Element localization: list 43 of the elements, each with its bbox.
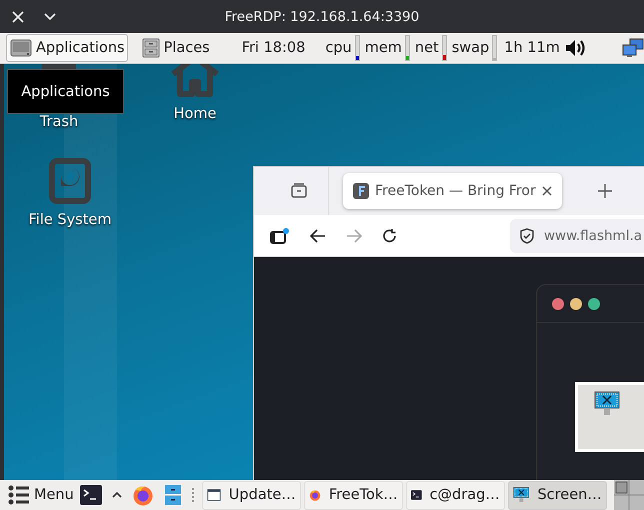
cabinet-icon — [142, 38, 160, 58]
browser-tab[interactable]: FreeToken — Bring Fror — [343, 173, 562, 209]
menu-button[interactable]: Menu — [8, 485, 74, 505]
tooltip: Applications — [7, 69, 124, 114]
workspace-switcher[interactable] — [614, 480, 644, 510]
desktop-icon-label[interactable]: File System — [28, 212, 112, 228]
file-cabinet-icon[interactable] — [164, 484, 182, 506]
close-icon[interactable] — [542, 186, 552, 196]
taskbar-task[interactable]: Update… — [202, 480, 301, 510]
address-bar[interactable]: www.flashml.a — [510, 218, 644, 252]
window-control-dot[interactable] — [570, 298, 582, 310]
meter-label: mem — [364, 40, 402, 56]
meter-label: swap — [452, 40, 490, 56]
menu-icon[interactable] — [8, 485, 30, 505]
window-icon — [206, 487, 221, 503]
desktop-icon-label[interactable]: Home — [174, 106, 216, 122]
clock[interactable]: Fri 18:08 — [242, 40, 306, 56]
reload-icon[interactable] — [382, 228, 398, 244]
new-tab-icon[interactable] — [598, 184, 612, 198]
favicon-icon — [353, 183, 369, 199]
caret-up-icon[interactable] — [112, 491, 122, 499]
terminal-icon[interactable] — [80, 485, 102, 505]
meter-label: cpu — [325, 40, 352, 56]
firefox-icon[interactable] — [132, 484, 154, 506]
shield-icon[interactable] — [520, 228, 534, 244]
window-control-dot[interactable] — [552, 298, 564, 310]
sidebar-icon[interactable] — [270, 226, 290, 244]
taskbar-task[interactable]: FreeTok… — [304, 480, 403, 510]
drive-icon — [10, 39, 32, 57]
back-icon[interactable] — [310, 228, 326, 242]
network-icon[interactable] — [622, 38, 644, 58]
window-control-dot[interactable] — [588, 298, 600, 310]
taskbar-task[interactable]: Screen… — [508, 480, 607, 510]
chevron-down-icon[interactable] — [44, 12, 56, 20]
window-title: FreeRDP: 192.168.1.64:3390 — [224, 8, 420, 24]
screenshot-icon — [594, 391, 620, 417]
taskbar-task[interactable]: c@drag… — [406, 480, 505, 510]
meter-label: net — [414, 40, 439, 56]
desktop-icon-label[interactable]: Trash — [40, 114, 78, 130]
panel-menu-button[interactable]: Places — [138, 34, 213, 62]
tab-list-icon[interactable] — [290, 183, 308, 199]
panel-menu-button[interactable]: Applications — [6, 34, 128, 62]
battery-time[interactable]: 1h 11m — [504, 40, 560, 56]
